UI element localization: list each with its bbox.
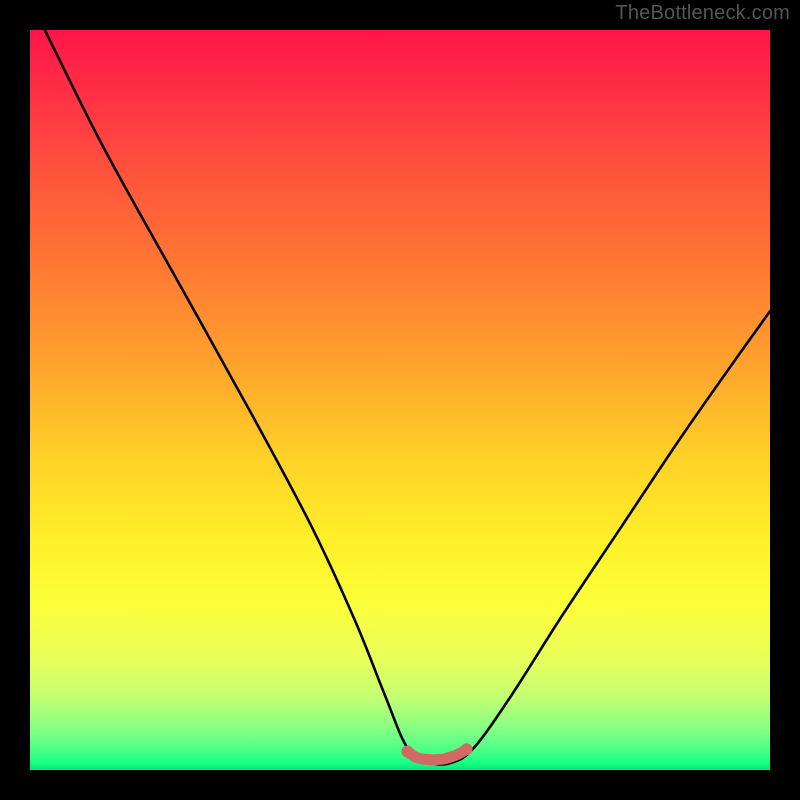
flat-bottom-marker-start	[401, 746, 413, 758]
curve-layer	[30, 30, 770, 770]
flat-bottom-marker-end	[461, 743, 473, 755]
plot-area	[30, 30, 770, 770]
bottleneck-curve-path	[45, 30, 770, 764]
chart-frame: TheBottleneck.com	[0, 0, 800, 800]
flat-bottom-marker-path	[407, 749, 466, 759]
watermark-label: TheBottleneck.com	[615, 2, 790, 25]
